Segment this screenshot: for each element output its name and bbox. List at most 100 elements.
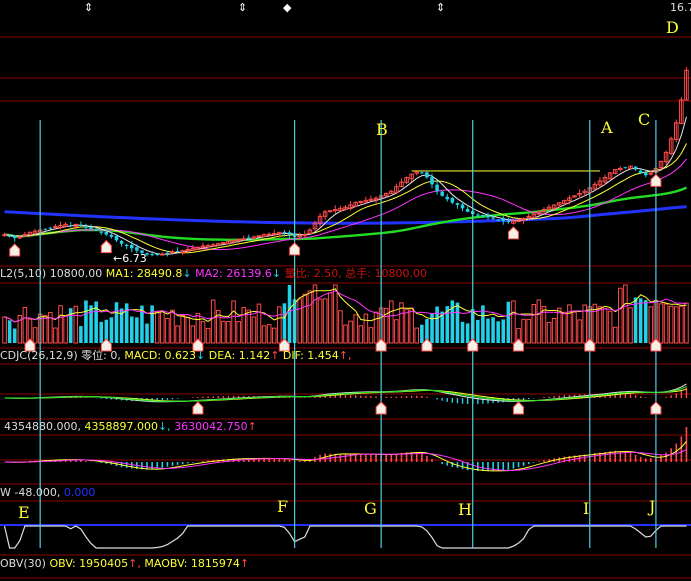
stock-chart-window: ⇕ ⇕ ◆ ⇕ 16.7 B A C D E F G H I J ←6.73 L… xyxy=(0,0,691,581)
letter-A: A xyxy=(601,118,613,137)
volume-bar-down xyxy=(135,317,139,343)
macd-zero: 零位: 0, xyxy=(81,349,121,362)
letter-F: F xyxy=(277,497,289,516)
volume-ma1: MA1: 28490.8 xyxy=(105,267,183,280)
volume-bar-up xyxy=(236,321,241,344)
volume-bar-up xyxy=(266,324,272,344)
volume-bar-up xyxy=(241,307,247,344)
volume-bar-up xyxy=(180,315,185,344)
volume-bar-up xyxy=(546,321,552,344)
volume-bar-up xyxy=(165,317,170,344)
volume-bar-down xyxy=(476,319,480,343)
position-marker[interactable]: ⇕ xyxy=(436,1,445,14)
candle-body-up xyxy=(17,236,23,239)
volume-bar-down xyxy=(84,300,88,343)
obv-arrow: ↑, xyxy=(128,557,141,570)
candle-body-down xyxy=(476,214,480,216)
volume-bar-down xyxy=(150,305,154,343)
osc-v2: 4358897.000 xyxy=(84,420,158,433)
buy-signal-icon xyxy=(650,401,662,415)
position-marker[interactable]: ◆ xyxy=(283,1,291,14)
volume-bar-up xyxy=(185,316,191,344)
volume-bar-up xyxy=(618,287,623,344)
volume-bar-up xyxy=(42,315,48,344)
macd-macd-arrow: ↓ xyxy=(196,349,206,362)
volume-bar-up xyxy=(567,304,572,344)
volume-bar-down xyxy=(99,321,104,343)
volume-bar-up xyxy=(389,300,394,344)
chart-canvas[interactable] xyxy=(0,0,691,581)
osc-v3: 3630042.750 xyxy=(174,420,248,433)
volume-bar-down xyxy=(420,324,424,343)
macd-name: CDJC(26,12,9) xyxy=(0,349,78,362)
candle-body-up xyxy=(160,253,165,256)
volume-bar-up xyxy=(363,313,369,344)
candle-body-down xyxy=(282,231,287,233)
candle-body-down xyxy=(506,221,511,223)
volume-bar-up xyxy=(205,327,211,344)
volume-bar-up xyxy=(58,305,63,344)
buy-signal-icon xyxy=(9,243,21,257)
volume-bar-down xyxy=(643,300,648,343)
obv-value: OBV: 1950405 xyxy=(49,557,129,570)
volume-ma2-line xyxy=(4,290,687,323)
buy-signal-icon xyxy=(100,239,112,254)
candle-body-down xyxy=(119,240,124,244)
letter-G: G xyxy=(364,499,377,518)
w-v1: -48.000, xyxy=(14,486,61,499)
candle-body-down xyxy=(643,172,648,176)
volume-bar-down xyxy=(145,323,149,343)
candle-body-down xyxy=(135,247,139,251)
volume-bar-down xyxy=(79,326,83,343)
candle-body-up xyxy=(185,248,191,251)
volume-bar-up xyxy=(2,316,7,344)
volume-bar-up xyxy=(597,306,603,344)
macd-header: CDJC(26,12,9) 零位: 0, MACD: 0.623↓ DEA: 1… xyxy=(0,349,352,362)
volume-bar-up xyxy=(602,308,608,344)
position-marker[interactable]: ⇕ xyxy=(84,1,93,14)
candle-body-down xyxy=(501,218,506,221)
volume-bar-up xyxy=(154,311,160,344)
volume-bar-up xyxy=(221,320,226,344)
candle-body-down xyxy=(12,235,17,239)
candle-body-down xyxy=(247,237,251,239)
volume-bar-up xyxy=(658,303,664,344)
volume-bar-down xyxy=(124,303,129,343)
volume-bar-down xyxy=(455,302,460,343)
volume-bar-up xyxy=(673,306,679,344)
candle-body-down xyxy=(633,166,638,170)
obv-name: OBV(30) xyxy=(0,557,46,570)
candle-body-down xyxy=(94,229,98,231)
candle-body-up xyxy=(271,232,277,235)
position-marker[interactable]: ⇕ xyxy=(238,1,247,14)
macd-dea-arrow: ↑ xyxy=(270,349,280,362)
volume-bar-down xyxy=(435,306,439,343)
volume-bar-up xyxy=(577,319,582,344)
volume-bar-up xyxy=(368,327,374,344)
candle-body-up xyxy=(170,251,175,254)
candle-body-down xyxy=(435,184,439,192)
volume-bar-up xyxy=(32,327,38,344)
candle-body-down xyxy=(99,231,104,233)
volume-name: L2(5,10) xyxy=(0,267,47,280)
candle-body-down xyxy=(48,227,53,229)
volume-bar-up xyxy=(607,310,613,344)
candle-body-up xyxy=(221,242,226,245)
candle-body-up xyxy=(297,235,302,238)
volume-bar-down xyxy=(496,321,500,343)
volume-bar-down xyxy=(7,320,12,343)
candle-body-down xyxy=(425,172,429,178)
candle-body-up xyxy=(266,233,272,236)
candle-body-down xyxy=(481,215,485,217)
candle-body-down xyxy=(460,204,465,209)
volume-bar-up xyxy=(251,316,257,344)
volume-bar-up xyxy=(210,299,216,344)
letter-H: H xyxy=(458,500,472,519)
volume-bar-up xyxy=(312,284,318,344)
volume-bar-up xyxy=(663,303,669,344)
candle-body-up xyxy=(327,210,333,213)
top-right-price: 16.7 xyxy=(670,1,691,14)
letter-D: D xyxy=(666,18,679,37)
candle-body-up xyxy=(241,238,247,241)
volume-bar-down xyxy=(114,302,119,343)
